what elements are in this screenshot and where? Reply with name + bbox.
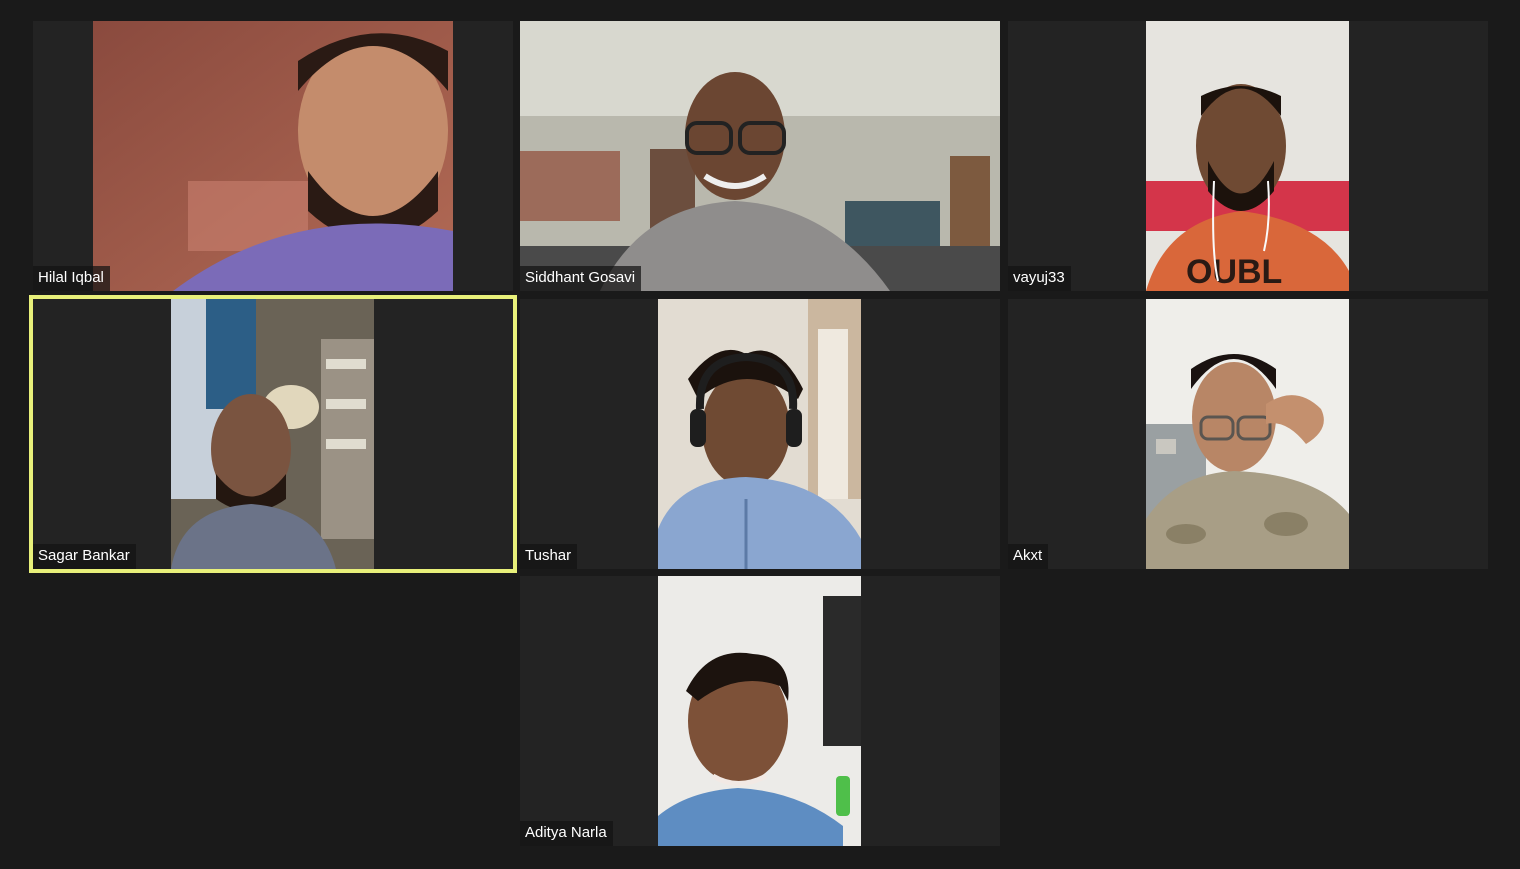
- svg-text:OUBL: OUBL: [1186, 253, 1282, 291]
- participant-video: [658, 299, 861, 569]
- participant-video: [658, 576, 861, 846]
- participant-video: [93, 21, 453, 291]
- participant-name-label: Sagar Bankar: [33, 544, 136, 569]
- participant-name-label: vayuj33: [1008, 266, 1071, 291]
- participant-name-label: Tushar: [520, 544, 578, 569]
- participant-tile-tushar[interactable]: Tushar: [520, 299, 1000, 569]
- participant-tile-vayuj33[interactable]: OUBL vayuj33: [1008, 21, 1488, 291]
- participant-name-label: Siddhant Gosavi: [520, 266, 642, 291]
- participant-name-label: Aditya Narla: [520, 821, 613, 846]
- participant-tile-hilal-iqbal[interactable]: Hilal Iqbal: [33, 21, 513, 291]
- participant-name-label: Hilal Iqbal: [33, 266, 110, 291]
- participant-tile-aditya-narla[interactable]: Aditya Narla: [520, 576, 1000, 846]
- participant-tile-sagar-bankar[interactable]: Sagar Bankar: [33, 299, 513, 569]
- participant-video: OUBL: [1146, 21, 1349, 291]
- meeting-gallery: Hilal Iqbal Siddhant Gosavi OUBL vayuj33…: [0, 0, 1520, 869]
- participant-video: [1146, 299, 1349, 569]
- participant-video: [171, 299, 374, 569]
- participant-tile-akxt[interactable]: Akxt: [1008, 299, 1488, 569]
- participant-name-label: Akxt: [1008, 544, 1049, 569]
- participant-video: [520, 21, 1000, 291]
- participant-tile-siddhant-gosavi[interactable]: Siddhant Gosavi: [520, 21, 1000, 291]
